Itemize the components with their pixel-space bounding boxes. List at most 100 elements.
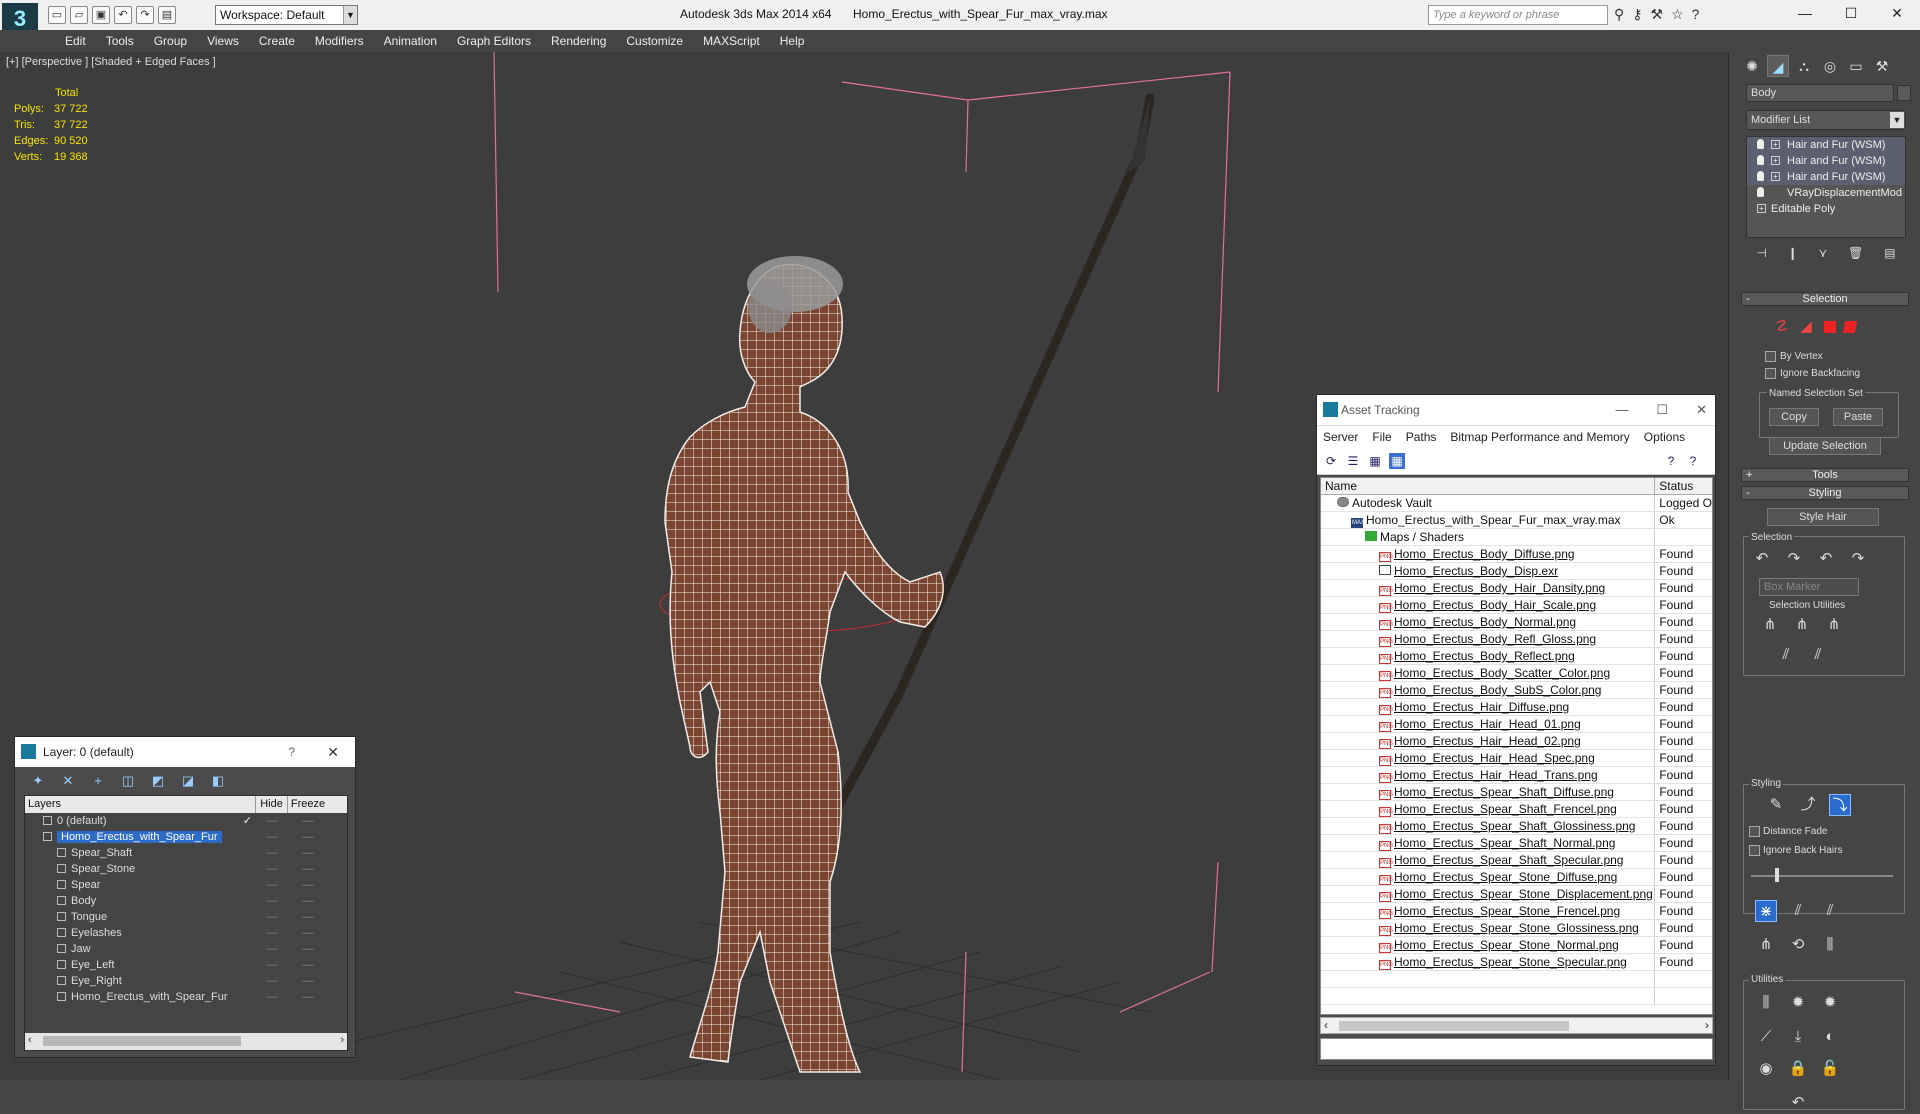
asset-row[interactable]: PNGHomo_Erectus_Body_Hair_Scale.png Found [1321,597,1712,614]
scroll-left-icon[interactable]: ‹ [1324,1018,1328,1032]
asset-row[interactable]: MAXHomo_Erectus_with_Spear_Fur_max_vray.… [1321,512,1712,529]
vault-help-icon[interactable]: ? [1685,453,1701,469]
hide-toggle[interactable]: — [256,877,288,893]
select-hair-icon[interactable]: ↶ [1751,548,1773,570]
close-icon[interactable]: ✕ [327,737,339,767]
menu-options[interactable]: Options [1644,426,1685,447]
layer-row[interactable]: 0 (default) ✓ — — [25,813,347,829]
key-icon[interactable]: ⚷ [1632,6,1642,23]
hide-toggle[interactable]: — [256,941,288,957]
by-vertex-checkbox[interactable] [1765,351,1776,362]
maximize-icon[interactable]: ☐ [1656,395,1668,425]
lightbulb-icon[interactable] [1757,187,1764,197]
layer-row[interactable]: Body — — [25,893,347,909]
paste-button[interactable]: Paste [1833,408,1883,426]
refresh-icon[interactable]: ⟳ [1323,453,1339,469]
element-selection-icon[interactable] [1842,321,1858,333]
display-tab-icon[interactable]: ▭ [1845,55,1867,77]
menu-server[interactable]: Server [1323,426,1358,447]
object-name-field[interactable]: Body [1746,84,1894,102]
freeze-toggle[interactable]: — [288,845,328,861]
pop-zero-sel-icon[interactable]: ✹ [1819,992,1841,1014]
box-marker-dropdown[interactable]: Box Marker [1759,578,1859,596]
undo-icon[interactable]: ↶ [114,6,132,24]
asset-row[interactable]: PNGHomo_Erectus_Spear_Stone_Glossiness.p… [1321,920,1712,937]
rollout-styling[interactable]: - Styling [1741,486,1909,500]
menu-edit[interactable]: Edit [55,30,96,52]
hide-toggle[interactable]: — [256,893,288,909]
binoculars-icon[interactable]: ⚲ [1614,6,1624,23]
asset-row[interactable]: PNGHomo_Erectus_Body_Refl_Gloss.png Found [1321,631,1712,648]
utilities-tab-icon[interactable]: ⚒ [1871,55,1893,77]
asset-tracking-titlebar[interactable]: Asset Tracking — ☐ ✕ [1317,395,1715,425]
strand-selection-icon[interactable]: ☡ [1771,316,1793,338]
asset-row[interactable]: PNGHomo_Erectus_Spear_Shaft_Diffuse.png F… [1321,784,1712,801]
unlock-icon[interactable]: 🔓 [1819,1058,1841,1080]
select-tool-icon[interactable]: ⤴ [1797,794,1819,816]
brush-size-slider-thumb[interactable] [1775,868,1779,882]
layer-row[interactable]: Spear_Stone — — [25,861,347,877]
expand-icon[interactable]: + [1771,140,1780,149]
hide-selected-icon[interactable]: ⋔ [1759,614,1781,636]
minimize-icon[interactable]: — [1782,0,1828,26]
comb-tool-icon[interactable]: ⤵ [1829,794,1851,816]
new-layer-icon[interactable]: ✦ [29,773,47,789]
scroll-thumb[interactable] [1339,1021,1569,1031]
remove-modifier-icon[interactable]: 🗑 [1848,246,1863,266]
freeze-toggle[interactable]: — [288,829,328,845]
hide-toggle[interactable]: — [256,861,288,877]
guide-selection-icon[interactable]: ◢ [1795,316,1817,338]
asset-row[interactable]: PNGHomo_Erectus_Body_Reflect.png Found [1321,648,1712,665]
close-icon[interactable]: ✕ [1874,0,1920,26]
hide-toggle[interactable]: — [256,829,288,845]
freeze-toggle[interactable]: — [288,941,328,957]
menu-customize[interactable]: Customize [616,30,693,52]
asset-row[interactable]: PNGHomo_Erectus_Spear_Stone_Displacement… [1321,886,1712,903]
rollout-tools[interactable]: + Tools [1741,468,1909,482]
menu-modifiers[interactable]: Modifiers [305,30,374,52]
asset-row[interactable]: Autodesk Vault Logged O [1321,495,1712,512]
asset-row[interactable]: PNGHomo_Erectus_Body_Diffuse.png Found [1321,546,1712,563]
freeze-toggle[interactable]: — [288,877,328,893]
menu-group[interactable]: Group [144,30,197,52]
asset-row[interactable]: PNGHomo_Erectus_Spear_Shaft_Specular.png… [1321,852,1712,869]
asset-row[interactable]: PNGHomo_Erectus_Body_Normal.png Found [1321,614,1712,631]
asset-row[interactable]: PNGHomo_Erectus_Hair_Diffuse.png Found [1321,699,1712,716]
current-layer-check-icon[interactable]: ✓ [243,813,252,829]
hide-toggle[interactable]: — [256,925,288,941]
menu-file[interactable]: File [1372,426,1391,447]
brush-size-slider[interactable] [1751,875,1893,877]
select-objects-icon[interactable]: ◫ [119,773,137,789]
menu-graph-editors[interactable]: Graph Editors [447,30,541,52]
highlight-layer-icon[interactable]: ◩ [149,773,167,789]
toggle-hair-icon[interactable]: ◉ [1755,1058,1777,1080]
asset-row[interactable]: Maps / Shaders [1321,529,1712,546]
layer-row[interactable]: Spear — — [25,877,347,893]
project-folder-icon[interactable]: ▤ [158,6,176,24]
hierarchy-tab-icon[interactable]: ⛬ [1793,55,1815,77]
asset-row[interactable]: PNGHomo_Erectus_Body_SubS_Color.png Found [1321,682,1712,699]
grow-selection-icon[interactable]: ⋔ [1823,614,1845,636]
viewport-label[interactable]: [+] [Perspective ] [Shaded + Edged Faces… [6,56,216,68]
translate-brush-icon[interactable]: ⋇ [1755,900,1777,922]
asset-row[interactable]: PNGHomo_Erectus_Body_Hair_Dansity.png Fou… [1321,580,1712,597]
asset-row[interactable]: PNGHomo_Erectus_Body_Scatter_Color.png Fo… [1321,665,1712,682]
hair-cut-icon[interactable]: ✎ [1765,794,1787,816]
asset-row[interactable]: PNGHomo_Erectus_Hair_Head_02.png Found [1321,733,1712,750]
style-hair-button[interactable]: Style Hair [1767,508,1879,526]
hide-toggle[interactable]: — [256,989,288,1005]
column-hide[interactable]: Hide [256,796,288,813]
stack-item-hair-and-fur[interactable]: + Hair and Fur (WSM) [1747,137,1905,153]
expand-icon[interactable]: + [1757,204,1766,213]
maximize-icon[interactable]: ☐ [1828,0,1874,26]
scale-brush-icon[interactable]: ⫼ [1819,934,1841,956]
asset-row[interactable]: PNGHomo_Erectus_Spear_Shaft_Normal.png Fo… [1321,835,1712,852]
menu-views[interactable]: Views [197,30,249,52]
attenuate-icon[interactable]: ⫼ [1755,992,1777,1014]
reset-rest-icon[interactable]: ⤓ [1787,1026,1809,1048]
object-color-swatch[interactable] [1897,85,1911,101]
freeze-toggle[interactable]: — [288,909,328,925]
configure-sets-icon[interactable]: ▤ [1884,246,1895,266]
lightbulb-icon[interactable] [1757,171,1764,181]
lock-icon[interactable]: 🔒 [1787,1058,1809,1080]
